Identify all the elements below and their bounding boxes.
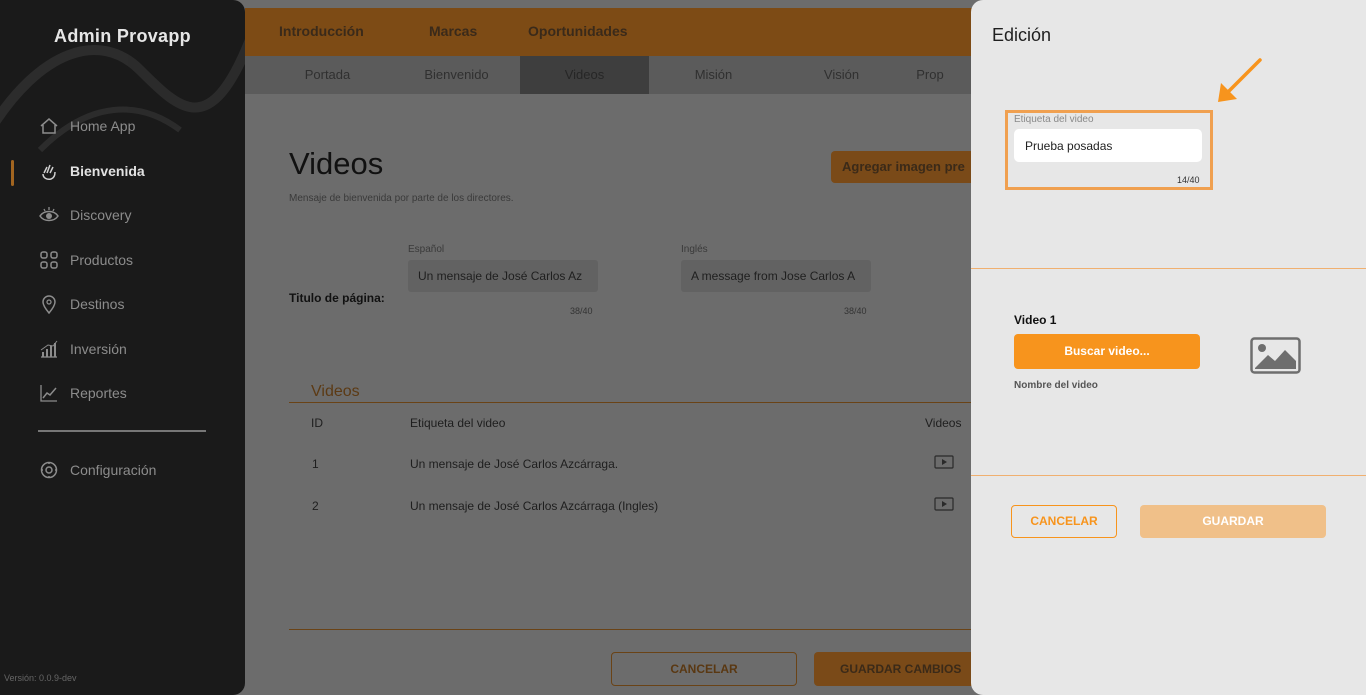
english-char-count: 38/40: [844, 306, 867, 316]
app-title: Admin Provapp: [54, 26, 191, 46]
table-row-label[interactable]: Un mensaje de José Carlos Azcárraga.: [410, 457, 618, 471]
gear-icon: [38, 459, 60, 481]
sidebar-item-bienvenida[interactable]: Bienvenida: [38, 159, 145, 183]
grid-icon: [38, 249, 60, 271]
main-content: Videos Mensaje de bienvenida por parte d…: [245, 94, 1031, 695]
sidebar-item-label: Discovery: [70, 207, 132, 223]
subtab-bienvenido[interactable]: Bienvenido: [392, 56, 521, 94]
subtab-mision[interactable]: Misión: [649, 56, 778, 94]
panel-save-button[interactable]: GUARDAR: [1140, 505, 1326, 538]
panel-title: Edición: [992, 25, 1052, 45]
main-cancel-button[interactable]: CANCELAR: [611, 652, 797, 686]
bottom-divider: [289, 629, 971, 630]
browse-video-button[interactable]: Buscar video...: [1014, 334, 1200, 369]
sidebar-divider: [38, 430, 206, 432]
table-row-id: 2: [312, 499, 319, 513]
edit-panel: Edición Etiqueta del video 14/40 Video 1…: [971, 0, 1366, 695]
video-slot-label: Video 1: [1014, 313, 1057, 327]
sidebar-item-label: Productos: [70, 252, 134, 268]
page-title: Videos: [289, 146, 384, 181]
sidebar-item-label: Bienvenida: [70, 163, 145, 179]
sidebar-item-label: Inversión: [70, 341, 127, 357]
column-header-id: ID: [311, 416, 323, 430]
english-title-input[interactable]: A message from Jose Carlos A: [681, 260, 871, 292]
sidebar-item-destinos[interactable]: Destinos: [38, 292, 124, 316]
subtab-portada[interactable]: Portada: [263, 56, 392, 94]
column-header-videos: Videos: [925, 416, 962, 430]
sidebar-item-label: Configuración: [70, 462, 157, 478]
sidebar-item-label: Destinos: [70, 296, 125, 312]
table-row-id: 1: [312, 457, 319, 471]
panel-divider: [971, 475, 1366, 476]
videos-section-title: Videos: [311, 383, 360, 400]
subtab-vision[interactable]: Visión: [777, 56, 906, 94]
spanish-title-input[interactable]: Un mensaje de José Carlos Az: [408, 260, 598, 292]
table-row-label[interactable]: Un mensaje de José Carlos Azcárraga (Ing…: [410, 499, 658, 513]
home-icon: [38, 115, 60, 137]
line-chart-icon: [38, 382, 60, 404]
video-tag-label: Etiqueta del video: [1014, 114, 1094, 125]
play-video-icon[interactable]: [934, 455, 954, 469]
spanish-label: Español: [408, 244, 445, 255]
sidebar-item-label: Reportes: [70, 385, 127, 401]
annotation-arrow-icon: [1218, 58, 1262, 102]
eye-icon: [38, 204, 60, 226]
sidebar-item-inversion[interactable]: Inversión: [38, 337, 127, 361]
bar-chart-icon: [38, 338, 60, 360]
panel-divider: [971, 268, 1366, 269]
video-tag-input[interactable]: [1014, 129, 1202, 162]
sidebar-item-home-app[interactable]: Home App: [38, 114, 135, 138]
tab-oportunidades[interactable]: Oportunidades: [528, 23, 628, 39]
panel-cancel-button[interactable]: CANCELAR: [1011, 505, 1117, 538]
sidebar: Admin Provapp Home App Bienvenida Discov…: [0, 0, 245, 695]
sidebar-item-reportes[interactable]: Reportes: [38, 381, 127, 405]
play-video-icon[interactable]: [934, 497, 954, 511]
image-placeholder-icon: [1250, 337, 1301, 374]
sidebar-item-configuracion[interactable]: Configuración: [38, 458, 156, 482]
spanish-char-count: 38/40: [570, 306, 593, 316]
tab-introduccion[interactable]: Introducción: [279, 23, 364, 39]
location-pin-icon: [38, 293, 60, 315]
section-divider: [289, 402, 971, 403]
sidebar-item-productos[interactable]: Productos: [38, 248, 133, 272]
sidebar-item-label: Home App: [70, 118, 136, 134]
english-label: Inglés: [681, 244, 708, 255]
version-label: Versión: 0.0.9-dev: [4, 673, 77, 683]
subtab-videos[interactable]: Videos: [520, 56, 649, 94]
waving-hand-icon: [38, 160, 60, 182]
page-title-row-label: Titulo de página:: [289, 291, 385, 305]
subtab-prop[interactable]: Prop: [895, 56, 965, 94]
sidebar-item-discovery[interactable]: Discovery: [38, 203, 131, 227]
tab-marcas[interactable]: Marcas: [429, 23, 477, 39]
active-indicator: [11, 160, 14, 186]
video-name-label: Nombre del video: [1014, 380, 1098, 391]
video-tag-char-count: 14/40: [1177, 175, 1200, 185]
page-subtitle: Mensaje de bienvenida por parte de los d…: [289, 193, 514, 204]
column-header-label: Etiqueta del video: [410, 416, 506, 430]
